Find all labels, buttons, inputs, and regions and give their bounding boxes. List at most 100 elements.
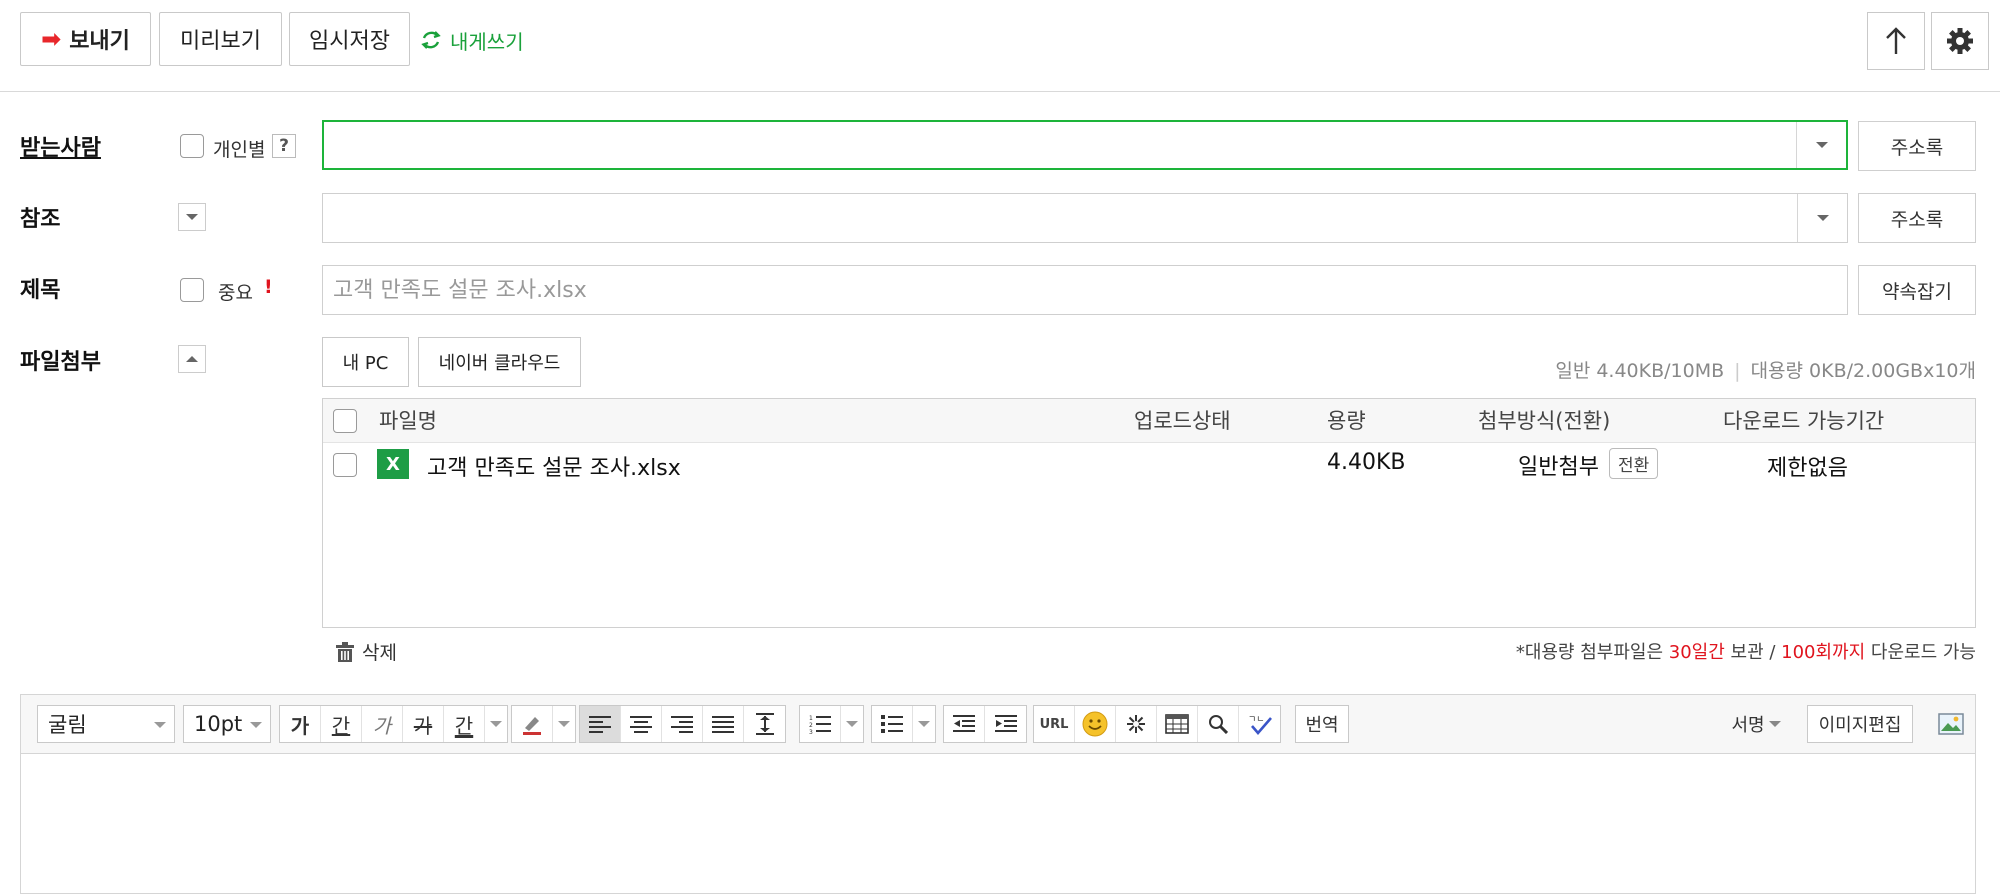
recipient-input[interactable] [324,122,1784,168]
editor-body[interactable] [20,754,1976,894]
bold-button[interactable]: 가 [280,706,321,742]
subject-field[interactable] [322,265,1848,315]
insert-group: URL ㄱㄴ [1033,705,1281,743]
preview-button[interactable]: 미리보기 [159,12,282,66]
indent-icon [994,715,1017,732]
attachment-file-list: 파일명 업로드상태 용량 첨부방식(전환) 다운로드 가능기간 X 고객 만족도… [322,398,1976,628]
notice-days: 30일간 [1668,642,1725,663]
chevron-down-icon [1815,142,1828,148]
editor-toolbar: 굴림 10pt 가 간 가 가 간 1 2 3 URL ㄱㄴ 번역 서명 이미지… [20,694,1976,754]
bullet-list-dropdown[interactable] [913,706,935,742]
send-button[interactable]: ➡ 보내기 [20,12,151,66]
numbered-list-button[interactable]: 123 [800,706,841,742]
column-size: 용량 [1327,409,1366,433]
write-to-me-label: 내게쓰기 [450,29,524,54]
indent-group [943,705,1027,743]
important-label: 중요 [218,282,253,304]
settings-button[interactable] [1931,12,1989,70]
insert-image-button[interactable] [1933,705,1969,743]
align-center-icon [630,716,652,733]
special-char-icon [1127,715,1145,733]
font-color-button[interactable]: 간 [444,706,485,742]
cc-dropdown-button[interactable] [1797,194,1847,242]
cc-address-book-button[interactable]: 주소록 [1858,193,1976,243]
scroll-top-button[interactable] [1867,12,1925,70]
help-icon[interactable]: ? [272,134,296,158]
outdent-button[interactable] [944,706,985,742]
file-checkbox[interactable] [333,453,357,477]
align-right-button[interactable] [662,706,703,742]
recipient-dropdown-button[interactable] [1796,122,1846,168]
highlighter-icon [523,717,541,735]
important-mark-icon: ! [264,276,273,298]
highlight-group [511,705,576,743]
italic-button[interactable]: 가 [362,706,403,742]
write-to-me-link[interactable]: 내게쓰기 [420,26,524,54]
delete-button[interactable]: 삭제 [334,638,397,665]
numbered-list-dropdown[interactable] [841,706,863,742]
svg-text:3: 3 [809,729,813,734]
line-height-icon [755,713,774,735]
notice-suffix: 다운로드 가능 [1865,642,1976,663]
naver-cloud-button[interactable]: 네이버 클라우드 [418,337,581,387]
indent-button[interactable] [985,706,1026,742]
align-center-button[interactable] [621,706,662,742]
notice-count: 100회까지 [1781,642,1866,663]
smiley-icon [1082,711,1108,737]
save-draft-button[interactable]: 임시저장 [289,12,410,66]
translate-button[interactable]: 번역 [1295,705,1349,743]
text-style-group: 가 간 가 가 간 [279,705,508,743]
cc-expand-button[interactable] [178,203,206,231]
find-button[interactable] [1198,706,1239,742]
url-button[interactable]: URL [1034,706,1075,742]
quota-general: 일반 4.40KB/10MB [1555,360,1725,382]
attachment-label: 파일첨부 [20,350,101,375]
special-char-button[interactable] [1116,706,1157,742]
line-height-button[interactable] [744,706,785,742]
my-pc-button[interactable]: 내 PC [322,337,409,387]
recipient-field[interactable] [322,120,1848,170]
column-download-period: 다운로드 가능기간 [1723,409,1885,433]
spellcheck-button[interactable]: ㄱㄴ [1239,706,1280,742]
cc-field[interactable] [322,193,1848,243]
important-checkbox[interactable] [180,278,204,302]
emoticon-button[interactable] [1075,706,1116,742]
chevron-down-icon [558,721,570,727]
subject-input[interactable] [323,266,1823,314]
font-size-value: 10pt [194,712,243,736]
table-button[interactable] [1157,706,1198,742]
individual-checkbox[interactable] [180,134,204,158]
chevron-down-icon [1816,215,1829,221]
align-left-icon [589,716,611,733]
select-all-checkbox[interactable] [333,409,357,433]
column-filename: 파일명 [379,409,437,433]
notice-mid: 보관 / [1724,642,1782,663]
chevron-down-icon [846,721,858,727]
underline-button[interactable]: 간 [321,706,362,742]
trash-icon [336,641,354,662]
recipient-address-book-button[interactable]: 주소록 [1858,121,1976,171]
strikethrough-button[interactable]: 가 [403,706,444,742]
file-attach-method: 일반첨부 [1518,455,1599,480]
toolbar-divider [0,91,2000,92]
convert-button[interactable]: 전환 [1609,448,1659,479]
appointment-button[interactable]: 약속잡기 [1858,265,1976,315]
file-download-period: 제한없음 [1767,456,1848,481]
font-color-dropdown[interactable] [485,706,507,742]
column-upload-status: 업로드상태 [1134,409,1231,433]
highlight-color-dropdown[interactable] [553,706,575,742]
highlight-color-button[interactable] [512,706,553,742]
bullet-list-group [871,705,936,743]
font-family-select[interactable]: 굴림 [37,705,175,743]
bullet-list-button[interactable] [872,706,913,742]
align-left-button[interactable] [580,706,621,742]
image-edit-button[interactable]: 이미지편집 [1807,705,1913,743]
signature-dropdown[interactable]: 서명 [1725,705,1787,743]
quota-separator: | [1734,360,1741,382]
align-justify-button[interactable] [703,706,744,742]
recipient-label[interactable]: 받는사람 [20,130,101,162]
attachment-quota: 일반 4.40KB/10MB | 대용량 0KB/2.00GBx10개 [1555,356,1976,383]
attachment-collapse-button[interactable] [178,345,206,373]
font-size-select[interactable]: 10pt [183,705,271,743]
cc-input[interactable] [323,194,1783,242]
